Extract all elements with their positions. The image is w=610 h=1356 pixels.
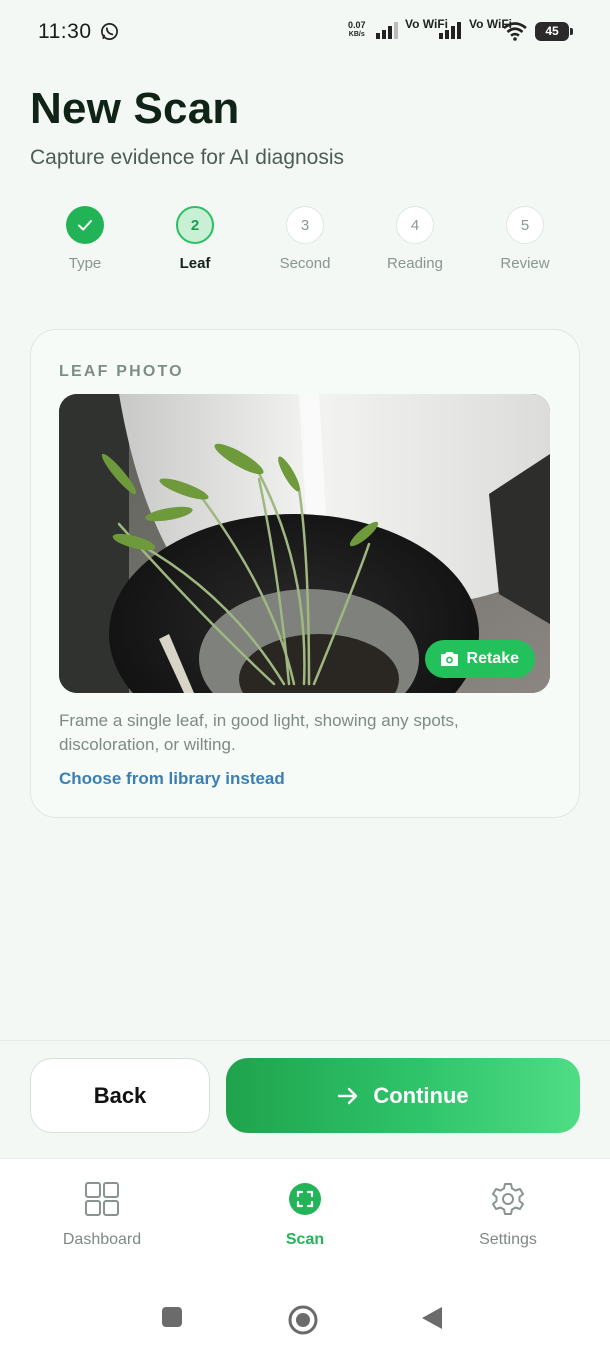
home-icon[interactable] bbox=[288, 1305, 318, 1335]
signal-icon bbox=[439, 22, 461, 39]
step-leaf: 2 Leaf bbox=[140, 206, 250, 272]
action-bar: Back Continue bbox=[0, 1040, 610, 1158]
step-circle-current: 2 bbox=[176, 206, 214, 244]
wifi-icon bbox=[503, 22, 527, 41]
retake-label: Retake bbox=[466, 650, 519, 667]
page-subtitle: Capture evidence for AI diagnosis bbox=[30, 146, 345, 169]
back-nav-icon[interactable] bbox=[421, 1306, 443, 1330]
net-speed-value: 0.07 bbox=[348, 20, 366, 30]
step-circle: 5 bbox=[506, 206, 544, 244]
card-title: LEAF PHOTO bbox=[59, 363, 184, 380]
status-bar: 11:30 0.07 KB/s Vo WiFi Vo WiFi 45 bbox=[0, 0, 610, 64]
nav-label: Dashboard bbox=[62, 1231, 142, 1248]
recents-icon[interactable] bbox=[161, 1306, 183, 1328]
continue-label: Continue bbox=[373, 1082, 469, 1108]
nav-label: Scan bbox=[285, 1231, 325, 1248]
back-button[interactable]: Back bbox=[30, 1058, 210, 1133]
grid-icon bbox=[85, 1182, 119, 1216]
status-time: 11:30 bbox=[38, 20, 92, 43]
step-circle: 4 bbox=[396, 206, 434, 244]
retake-button[interactable]: Retake bbox=[424, 640, 535, 678]
step-review: 5 Review bbox=[470, 206, 580, 272]
photo-hint: Frame a single leaf, in good light, show… bbox=[59, 711, 459, 754]
camera-icon bbox=[440, 652, 458, 666]
nav-label: Settings bbox=[479, 1231, 537, 1248]
screen: 11:30 0.07 KB/s Vo WiFi Vo WiFi 45 New S bbox=[0, 0, 610, 1356]
step-label: Leaf bbox=[179, 255, 211, 272]
step-type: Type bbox=[30, 206, 140, 272]
battery-icon: 45 bbox=[535, 22, 573, 41]
step-second: 3 Second bbox=[250, 206, 360, 272]
net-speed: 0.07 KB/s bbox=[348, 20, 366, 40]
step-label: Review bbox=[500, 255, 550, 272]
step-circle-done bbox=[66, 206, 104, 244]
check-icon bbox=[78, 220, 92, 231]
scan-icon bbox=[289, 1183, 321, 1215]
bottom-nav: Dashboard Scan Settings bbox=[0, 1158, 610, 1268]
arrow-right-icon bbox=[338, 1087, 358, 1104]
step-label: Reading bbox=[387, 255, 443, 272]
net-speed-unit: KB/s bbox=[348, 31, 365, 38]
system-nav-bar bbox=[0, 1268, 610, 1356]
step-reading: 4 Reading bbox=[360, 206, 470, 272]
leaf-photo-preview: Retake bbox=[59, 394, 550, 693]
step-label: Type bbox=[68, 255, 102, 272]
page-title: New Scan bbox=[30, 84, 240, 133]
step-circle: 3 bbox=[286, 206, 324, 244]
continue-button[interactable]: Continue bbox=[226, 1058, 580, 1133]
nav-item-settings[interactable]: Settings bbox=[428, 1181, 588, 1249]
gear-icon bbox=[492, 1183, 524, 1215]
nav-item-scan[interactable]: Scan bbox=[225, 1181, 385, 1249]
stepper: Type 2 Leaf 3 Second 4 Reading 5 Review bbox=[30, 206, 580, 276]
choose-from-library-link[interactable]: Choose from library instead bbox=[59, 769, 285, 789]
signal-icon bbox=[376, 22, 398, 39]
leaf-photo-card: LEAF PHOTO Retake Frame a single leaf, i… bbox=[30, 329, 580, 818]
nav-item-dashboard[interactable]: Dashboard bbox=[22, 1181, 182, 1249]
whatsapp-icon bbox=[101, 23, 118, 40]
step-label: Second bbox=[279, 255, 331, 272]
